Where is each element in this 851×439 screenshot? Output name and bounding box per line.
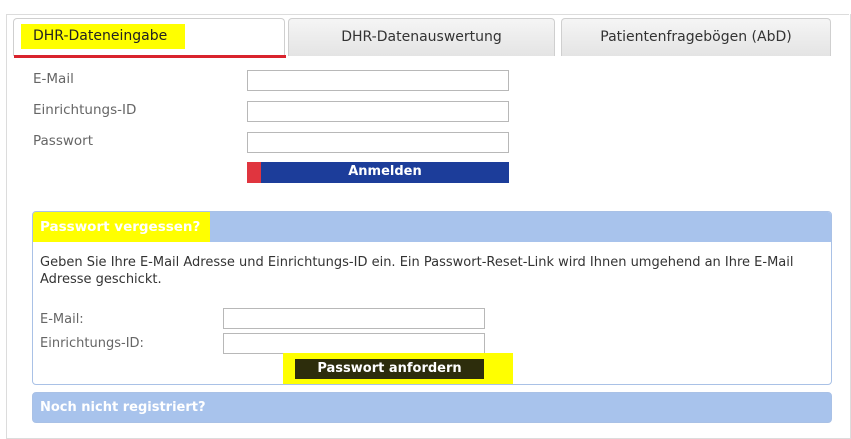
- facility-id-field[interactable]: [247, 101, 509, 122]
- request-password-highlight: Passwort anfordern: [283, 353, 513, 384]
- tab-patientenfrageboegen[interactable]: Patientenfragebögen (AbD): [561, 18, 831, 56]
- reset-email-field[interactable]: [223, 308, 485, 329]
- register-panel[interactable]: Noch nicht registriert?: [32, 392, 832, 423]
- forgot-password-description: Geben Sie Ihre E-Mail Adresse und Einric…: [40, 255, 794, 287]
- forgot-password-panel: Passwort vergessen? Geben Sie Ihre E-Mai…: [32, 211, 832, 385]
- tab-dhr-dateneingabe[interactable]: DHR-Dateneingabe: [13, 18, 286, 58]
- login-button[interactable]: Anmelden: [247, 162, 509, 183]
- request-password-button[interactable]: Passwort anfordern: [295, 359, 484, 379]
- password-label: Passwort: [33, 133, 94, 149]
- login-button-label: Anmelden: [348, 164, 422, 179]
- reset-facility-id-label: Einrichtungs-ID:: [40, 336, 144, 351]
- password-field[interactable]: [247, 132, 509, 153]
- email-field[interactable]: [247, 70, 509, 91]
- forgot-password-header: Passwort vergessen?: [33, 212, 831, 242]
- tab-dhr-datenauswertung[interactable]: DHR-Datenauswertung: [288, 18, 555, 56]
- reset-email-label: E-Mail:: [40, 312, 84, 327]
- tab-label: DHR-Dateneingabe: [21, 24, 186, 49]
- facility-id-label: Einrichtungs-ID: [33, 102, 137, 118]
- button-accent-stripe: [247, 162, 261, 183]
- register-title: Noch nicht registriert?: [40, 400, 206, 415]
- email-label: E-Mail: [33, 71, 74, 87]
- active-tab-indicator: [14, 55, 286, 58]
- tab-label: DHR-Datenauswertung: [341, 29, 502, 45]
- tab-label: Patientenfragebögen (AbD): [600, 29, 792, 45]
- forgot-password-title[interactable]: Passwort vergessen?: [33, 212, 211, 242]
- reset-facility-id-field[interactable]: [223, 333, 485, 354]
